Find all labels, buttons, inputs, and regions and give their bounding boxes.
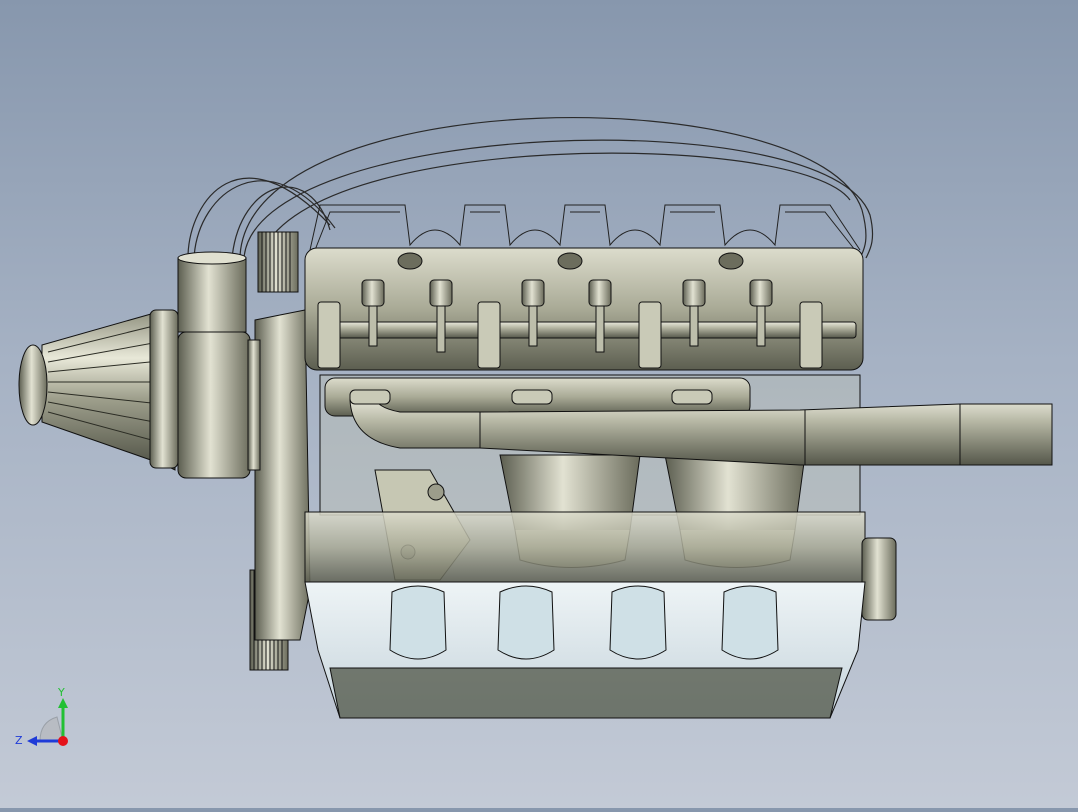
crankshaft-end: [861, 537, 897, 621]
graphics-viewport[interactable]: Y Z: [0, 0, 1078, 808]
upper-timing-pulley: [257, 231, 299, 293]
coordinate-triad: Y Z: [15, 686, 68, 747]
engine-model-view[interactable]: [0, 0, 1078, 808]
z-axis-label: Z: [15, 734, 23, 747]
x-axis-dot: [58, 736, 68, 746]
y-axis-label: Y: [57, 686, 65, 699]
rod-bolt: [427, 483, 445, 501]
air-filter: [18, 309, 179, 471]
intake-manifold-runners: [309, 204, 861, 251]
y-axis-arrow: [58, 698, 68, 708]
crankcase-rail: [304, 511, 866, 583]
distributor: [177, 251, 247, 333]
oil-pan: [304, 581, 866, 719]
timing-cover: [254, 309, 311, 641]
cylinder-head: [304, 247, 864, 371]
z-axis-arrow: [27, 736, 37, 746]
alternator: [177, 331, 261, 479]
